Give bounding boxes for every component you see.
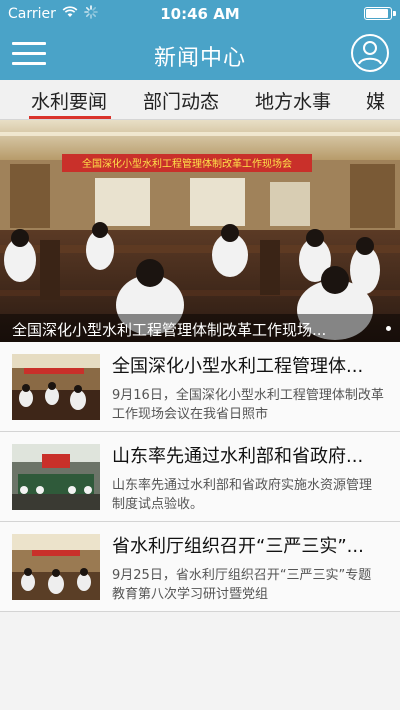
- user-profile-icon[interactable]: [350, 33, 390, 73]
- status-bar: Carrier 10:46 AM: [0, 0, 400, 28]
- news-thumbnail: [12, 444, 100, 510]
- tab-water-news[interactable]: 水利要闻: [31, 87, 107, 114]
- news-summary: 9月16日，全国深化小型水利工程管理体制改革工作现场会议在我省日照市: [112, 388, 384, 422]
- category-tabs: 水利要闻 部门动态 地方水事 媒: [0, 80, 400, 120]
- navigation-bar: 新闻中心: [0, 28, 400, 80]
- battery-icon: [364, 7, 396, 20]
- status-time: 10:46 AM: [160, 5, 240, 23]
- active-tab-indicator: [29, 116, 111, 119]
- news-title: 省水利厅组织召开“三严三实”...: [112, 536, 364, 557]
- page-title: 新闻中心: [153, 46, 246, 71]
- news-item[interactable]: 省水利厅组织召开“三严三实”... 9月25日，省水利厅组织召开“三严三实”专题…: [0, 522, 400, 612]
- news-thumbnail: [12, 534, 100, 600]
- banner-photo: 全国深化小型水利工程管理体制改革工作现场会: [0, 120, 400, 342]
- news-item[interactable]: 山东率先通过水利部和省政府... 山东率先通过水利部和省政府实施水资源管理制度试…: [0, 432, 400, 522]
- banner-caption-text: 全国深化小型水利工程管理体制改革工作现场...: [12, 321, 327, 339]
- banner-photo-text: 全国深化小型水利工程管理体制改革工作现场会: [82, 157, 292, 170]
- banner-caption: 全国深化小型水利工程管理体制改革工作现场...: [0, 314, 400, 342]
- featured-banner[interactable]: 全国深化小型水利工程管理体制改革工作现场会 全国深化小型水利工程管理体制改革工作…: [0, 120, 400, 342]
- tab-department-news[interactable]: 部门动态: [143, 87, 219, 114]
- tab-local-water-affairs[interactable]: 地方水事: [255, 87, 331, 114]
- news-list: 全国深化小型水利工程管理体... 9月16日，全国深化小型水利工程管理体制改革工…: [0, 342, 400, 612]
- news-title: 全国深化小型水利工程管理体...: [112, 356, 364, 377]
- news-thumbnail: [12, 354, 100, 420]
- news-item[interactable]: 全国深化小型水利工程管理体... 9月16日，全国深化小型水利工程管理体制改革工…: [0, 342, 400, 432]
- news-summary: 9月25日，省水利厅组织召开“三严三实”专题教育第八次学习研讨暨党组: [112, 568, 372, 602]
- news-summary: 山东率先通过水利部和省政府实施水资源管理制度试点验收。: [112, 478, 373, 512]
- top-bar: Carrier 10:46 AM 新闻中心: [0, 0, 400, 80]
- news-title: 山东率先通过水利部和省政府...: [112, 446, 364, 467]
- tab-media[interactable]: 媒: [366, 87, 385, 114]
- carousel-page-dot[interactable]: [386, 326, 391, 331]
